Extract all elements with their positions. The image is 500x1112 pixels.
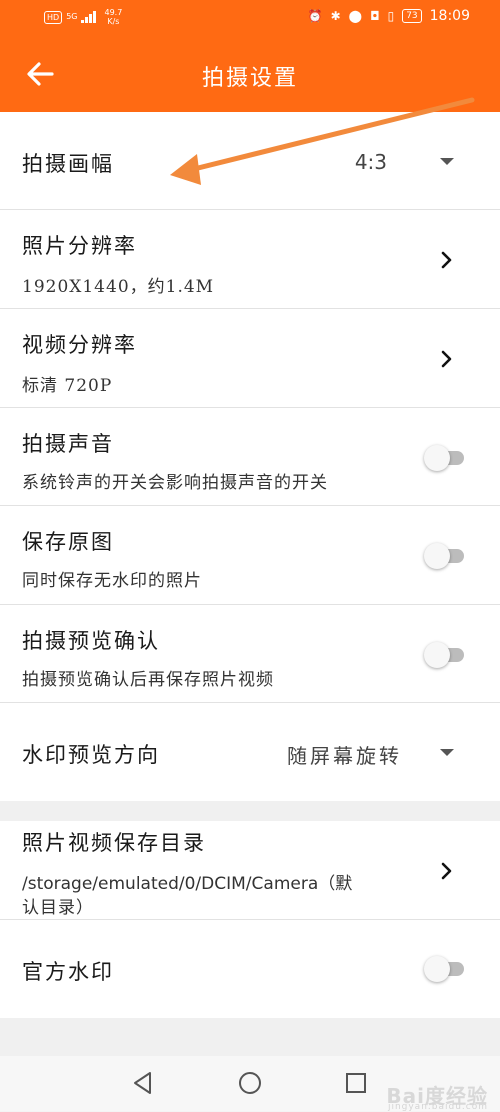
chevron-right-icon <box>441 251 452 269</box>
network-speed: 49.7 K/s <box>104 8 122 26</box>
setting-title: 照片分辨率 <box>22 234 137 258</box>
vibrate-icon: ▯ <box>387 9 395 23</box>
baidu-watermark: Bai度经验 jingyan.baidu.com <box>386 1080 488 1112</box>
speed-value: 49.7 <box>104 8 123 17</box>
nav-back-icon[interactable] <box>130 1070 156 1096</box>
chevron-right-icon <box>441 862 452 880</box>
bottom-fill <box>0 1018 500 1056</box>
bluetooth-icon: ✱ <box>330 9 341 23</box>
official-watermark-toggle[interactable] <box>424 956 464 982</box>
save-directory-line2: 认目录） <box>22 898 94 918</box>
setting-description: 拍摄预览确认后再保存照片视频 <box>22 670 274 690</box>
preview-confirm-toggle[interactable] <box>424 642 464 668</box>
setting-video-resolution[interactable]: 视频分辨率 标清 720P <box>0 309 500 408</box>
alarm-icon: ⏰ <box>307 9 323 23</box>
battery-icon: 73 <box>402 9 422 23</box>
save-directory-line1: /storage/emulated/0/DCIM/Camera（默 <box>22 874 353 894</box>
setting-title: 官方水印 <box>22 960 114 984</box>
page-title: 拍摄设置 <box>201 66 298 91</box>
setting-save-directory[interactable]: 照片视频保存目录 /storage/emulated/0/DCIM/Camera… <box>0 821 500 920</box>
setting-title: 照片视频保存目录 <box>22 831 206 855</box>
dropdown-arrow-icon <box>440 158 454 165</box>
toggle-knob <box>424 956 450 982</box>
watermark-orientation-value: 随屏幕旋转 <box>287 744 402 768</box>
chevron-right-icon <box>441 350 452 368</box>
app-toolbar: 拍摄设置 <box>0 36 500 112</box>
status-left: HD 5G 49.7 K/s <box>44 8 122 26</box>
setting-official-watermark: 官方水印 <box>0 920 500 1018</box>
setting-title: 拍摄画幅 <box>22 152 114 176</box>
camera-icon: ◘ <box>370 9 380 23</box>
setting-description: 系统铃声的开关会影响拍摄声音的开关 <box>22 473 328 493</box>
save-original-toggle[interactable] <box>424 543 464 569</box>
setting-title: 拍摄预览确认 <box>22 629 160 653</box>
clock: 18:09 <box>429 8 470 24</box>
setting-save-original: 保存原图 同时保存无水印的照片 <box>0 506 500 605</box>
status-right: ⏰ ✱ ⬤ ◘ ▯ 73 18:09 <box>308 8 470 24</box>
section-divider <box>0 801 500 821</box>
nav-recents-icon[interactable] <box>343 1070 369 1096</box>
setting-title: 视频分辨率 <box>22 333 137 357</box>
setting-watermark-orientation[interactable]: 水印预览方向 随屏幕旋转 <box>0 703 500 801</box>
nav-home-icon[interactable] <box>237 1070 263 1096</box>
shutter-sound-toggle[interactable] <box>424 445 464 471</box>
location-icon: ⬤ <box>348 9 363 23</box>
setting-title: 水印预览方向 <box>22 743 160 767</box>
setting-title: 保存原图 <box>22 530 114 554</box>
setting-title: 拍摄声音 <box>22 432 114 456</box>
setting-aspect-ratio[interactable]: 拍摄画幅 4:3 <box>0 112 500 210</box>
network-label: 5G <box>66 12 78 21</box>
speed-unit: K/s <box>107 17 120 26</box>
setting-photo-resolution[interactable]: 照片分辨率 1920X1440，约1.4M <box>0 210 500 309</box>
toggle-knob <box>424 543 450 569</box>
toggle-knob <box>424 445 450 471</box>
aspect-ratio-value: 4:3 <box>354 150 387 174</box>
signal-icon <box>81 11 97 23</box>
status-bar: HD 5G 49.7 K/s ⏰ ✱ ⬤ ◘ ▯ 73 18:09 <box>0 0 500 36</box>
toggle-knob <box>424 642 450 668</box>
setting-value: 标清 720P <box>22 376 113 396</box>
hd-badge: HD <box>44 10 63 24</box>
setting-description: 同时保存无水印的照片 <box>22 571 202 591</box>
setting-value: 1920X1440，约1.4M <box>22 277 215 297</box>
dropdown-arrow-icon <box>440 749 454 756</box>
setting-preview-confirm: 拍摄预览确认 拍摄预览确认后再保存照片视频 <box>0 605 500 703</box>
setting-shutter-sound: 拍摄声音 系统铃声的开关会影响拍摄声音的开关 <box>0 408 500 506</box>
